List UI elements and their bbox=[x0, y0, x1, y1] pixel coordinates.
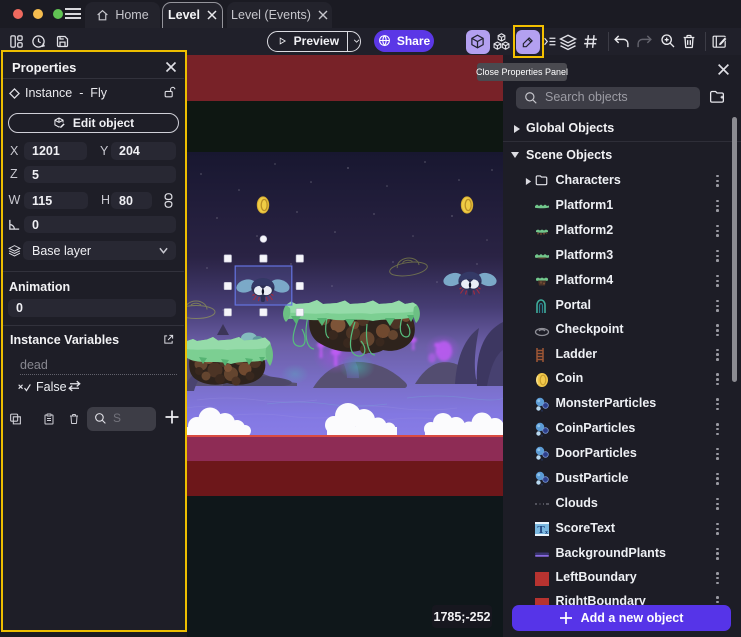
svg-text:x: x bbox=[545, 530, 548, 536]
